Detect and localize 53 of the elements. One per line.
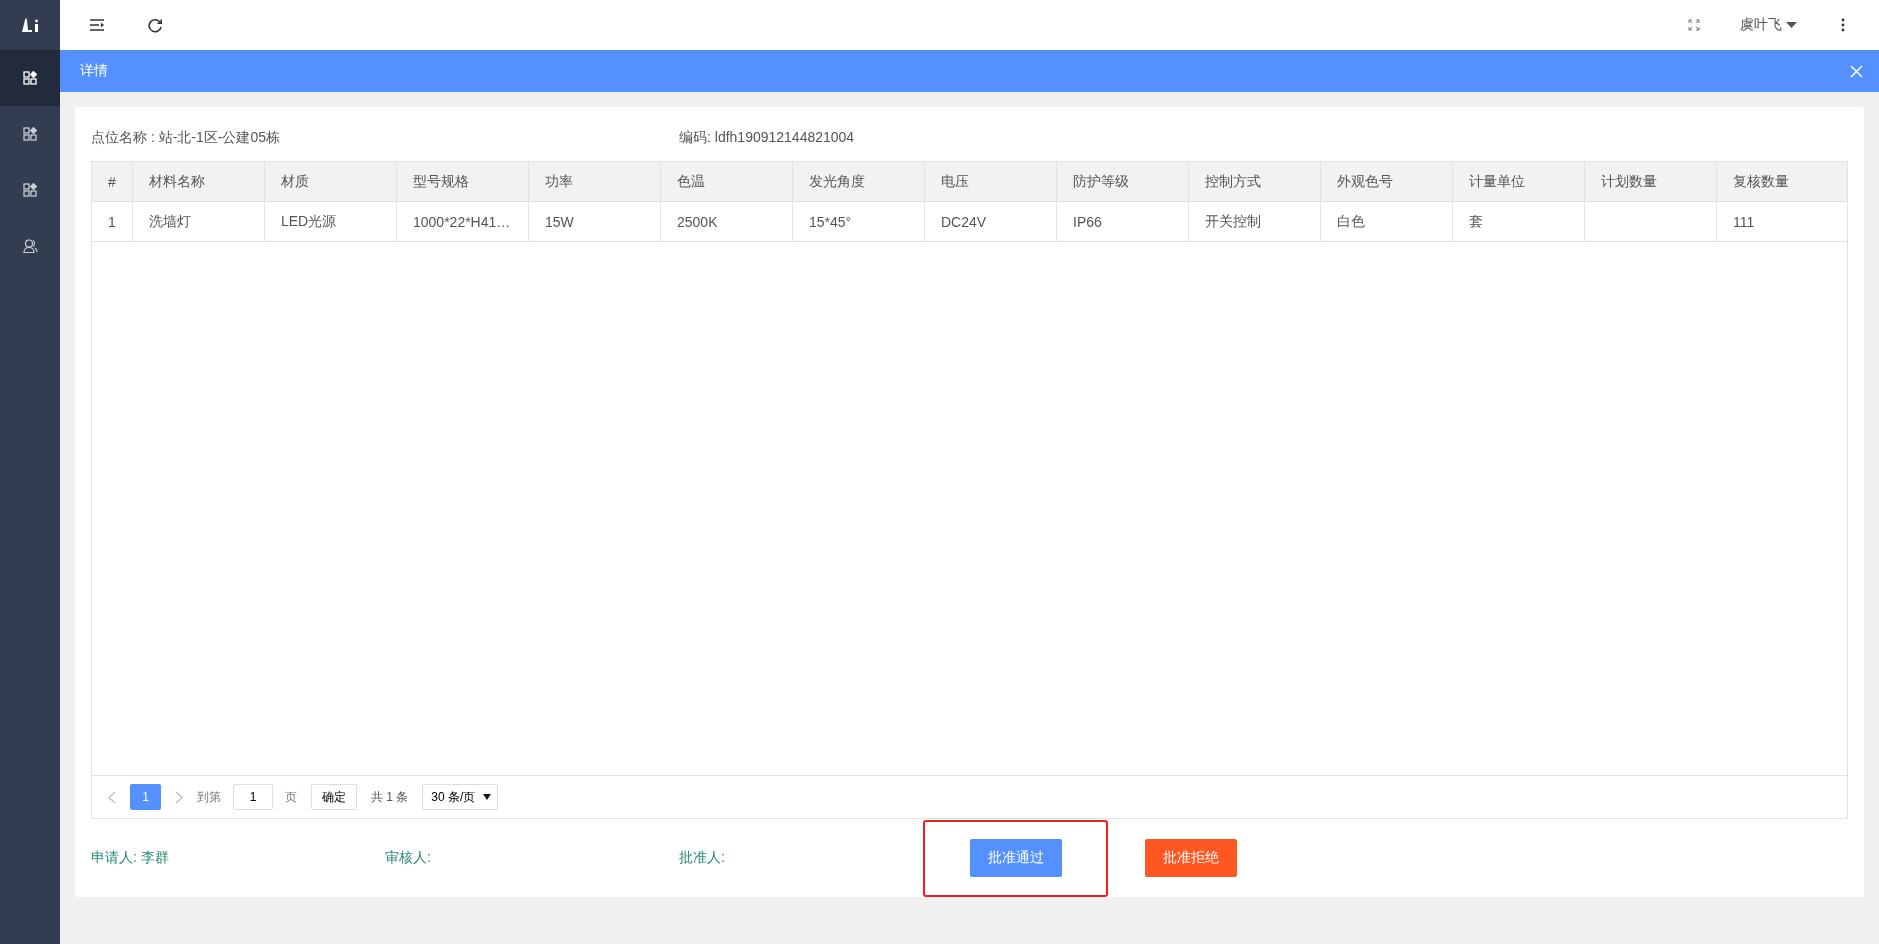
close-icon[interactable] xyxy=(1850,64,1863,78)
column-header: 型号规格 xyxy=(397,162,529,201)
table-cell-text: 111 xyxy=(1732,212,1756,232)
table-cell: 15*45° xyxy=(793,202,925,241)
sidebar-item[interactable] xyxy=(0,50,60,106)
table-cell: 白色 xyxy=(1321,202,1453,241)
column-header: 电压 xyxy=(925,162,1057,201)
goto-label: 到第 xyxy=(197,788,221,806)
table-cell: 15W xyxy=(529,202,661,241)
page-size-select[interactable]: 30 条/页 xyxy=(422,784,499,810)
apps-icon xyxy=(23,183,37,197)
panel-title: 详情 xyxy=(80,62,108,80)
page-unit-label: 页 xyxy=(285,788,297,806)
more-icon[interactable] xyxy=(1841,18,1845,32)
refresh-icon[interactable] xyxy=(148,17,163,33)
table-cell: LED光源 xyxy=(265,202,397,241)
column-header: 计划数量 xyxy=(1585,162,1717,201)
user-icon xyxy=(22,239,38,253)
column-header: 发光角度 xyxy=(793,162,925,201)
page-input[interactable]: 1 xyxy=(233,784,273,810)
column-header: 控制方式 xyxy=(1189,162,1321,201)
caret-icon xyxy=(483,794,492,800)
approver-label: 批准人: xyxy=(679,849,726,867)
reviewer-label: 审核人: xyxy=(385,849,432,867)
logo-icon xyxy=(20,18,40,32)
table-cell: 1000*22*H41… xyxy=(397,202,529,241)
code-label: 编码: ldfh190912144821004 xyxy=(679,129,855,147)
menu-fold-icon[interactable] xyxy=(90,19,104,31)
table-cell: 1 xyxy=(92,202,133,241)
table-cell: IP66 xyxy=(1057,202,1189,241)
table-cell: 套 xyxy=(1453,202,1585,241)
caret-icon xyxy=(1786,22,1797,28)
table-cell: 洗墙灯 xyxy=(133,202,265,241)
column-header: 防护等级 xyxy=(1057,162,1189,201)
table-cell: DC24V xyxy=(925,202,1057,241)
column-header: 材料名称 xyxy=(133,162,265,201)
table-cell: 2500K xyxy=(661,202,793,241)
user-menu[interactable]: 虞叶飞 xyxy=(1740,16,1797,34)
column-header: 色温 xyxy=(661,162,793,201)
apps-icon xyxy=(23,71,37,85)
confirm-button[interactable]: 确定 xyxy=(311,784,357,810)
applicant-label: 申请人: 李群 xyxy=(91,849,170,867)
column-header: 材质 xyxy=(265,162,397,201)
column-header: 复核数量 xyxy=(1732,171,1790,191)
apps-icon xyxy=(23,127,37,141)
total-count: 共 1 条 xyxy=(371,788,409,806)
column-header: 外观色号 xyxy=(1321,162,1453,201)
table-cell: 开关控制 xyxy=(1189,202,1321,241)
fullscreen-icon[interactable] xyxy=(1688,19,1700,31)
location-label: 点位名称 : 站-北-1区-公建05栋 xyxy=(91,129,281,147)
column-header: 功率 xyxy=(529,162,661,201)
column-header: 计量单位 xyxy=(1453,162,1585,201)
column-header: # xyxy=(92,162,133,201)
